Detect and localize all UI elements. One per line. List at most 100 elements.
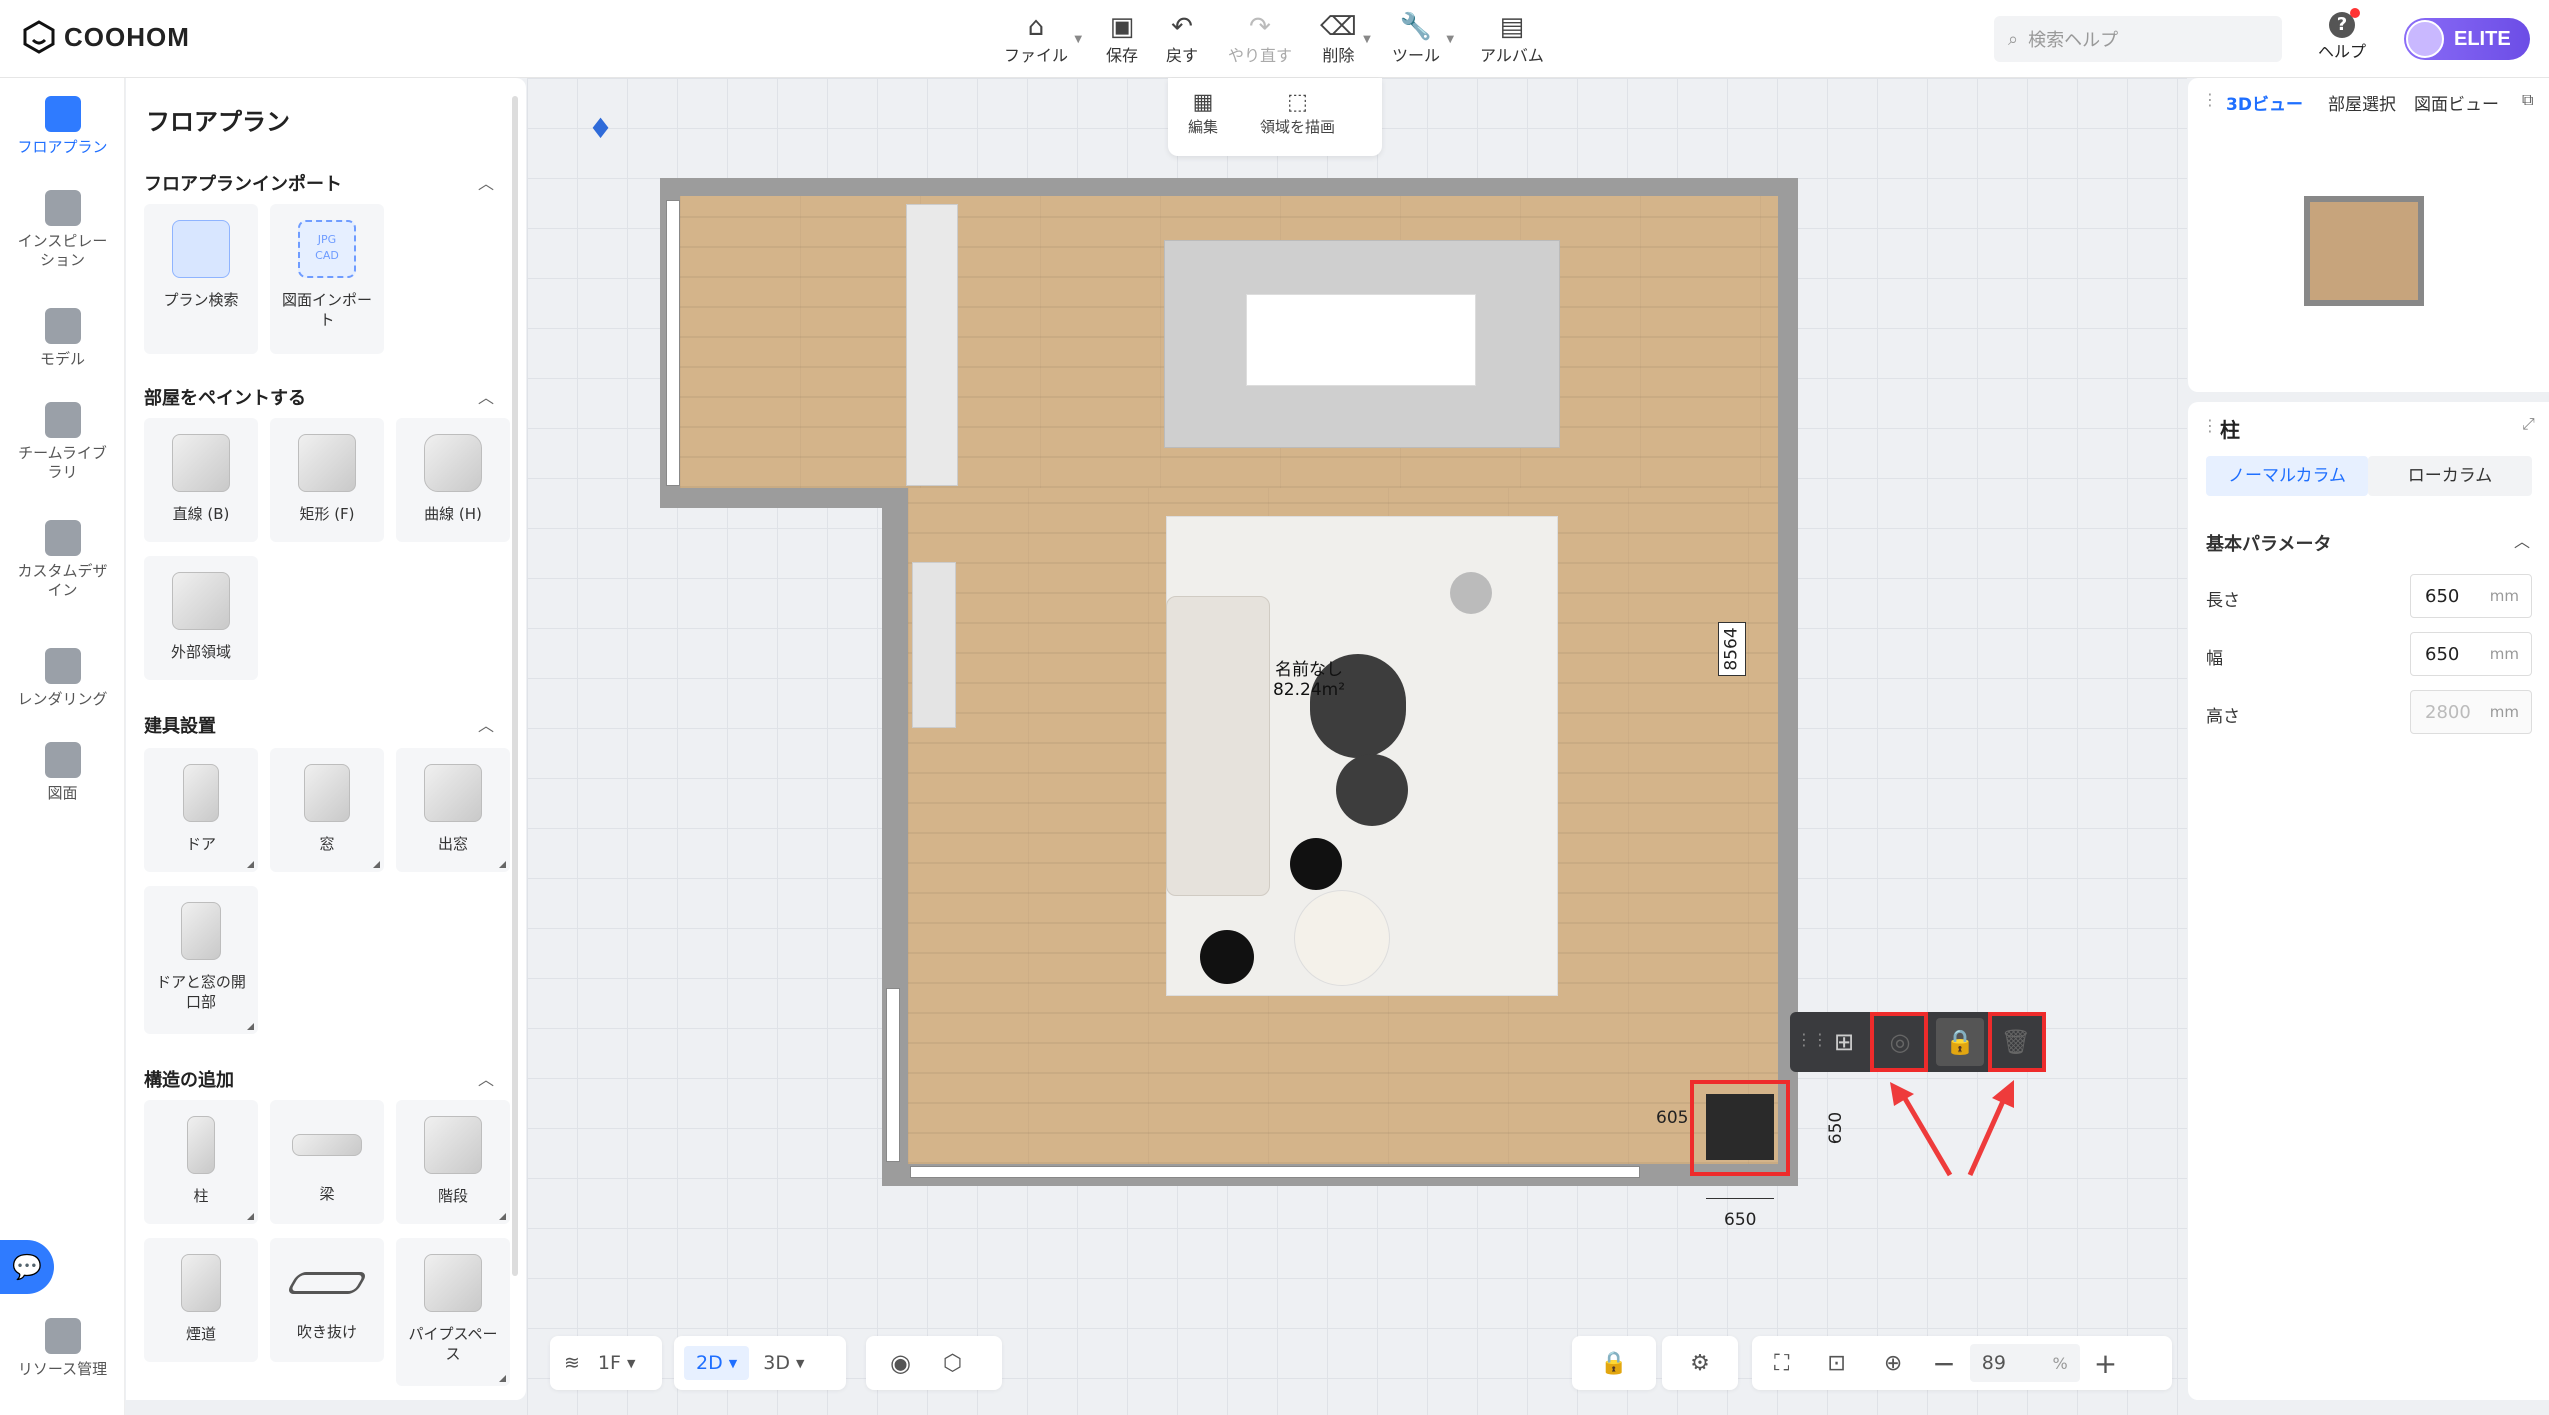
focus-button[interactable]: ⊡ — [1827, 1351, 1845, 1376]
nav-team-library[interactable]: チームライブ ラリ — [0, 402, 125, 482]
nav-custom-design[interactable]: カスタムデザ イン — [0, 520, 125, 600]
nav-model[interactable]: モデル — [0, 308, 125, 369]
door-tool[interactable]: ドア — [144, 748, 258, 872]
settings-toggle-button[interactable]: ⚙ — [1662, 1336, 1738, 1390]
plan-search-card[interactable]: プラン検索 — [144, 204, 258, 354]
window-bottom-wall[interactable] — [910, 1166, 1640, 1178]
window-left-wall[interactable] — [666, 200, 680, 486]
cube-view-button[interactable]: ⬡ — [943, 1351, 962, 1376]
popout-icon[interactable]: ⧉ — [2522, 90, 2533, 110]
side-table[interactable] — [1290, 838, 1342, 890]
param-width-input[interactable]: 650 mm — [2410, 632, 2532, 676]
floor-selector[interactable]: ≋ 1F ▼ — [550, 1336, 662, 1390]
coffee-table-round[interactable] — [1336, 754, 1408, 826]
rectangle-tool[interactable]: 矩形 (F) — [270, 418, 384, 542]
left-nav: フロアプラン インスピレー ション モデル チームライブ ラリ カスタムデザ イ… — [0, 78, 125, 1415]
eye-toggle-button[interactable]: ◉ — [890, 1349, 911, 1377]
wall-top[interactable] — [660, 178, 1798, 196]
bay-window-tool[interactable]: 出窓 — [396, 748, 510, 872]
beam-tool[interactable]: 梁 — [270, 1100, 384, 1224]
panel-scrollbar[interactable] — [512, 96, 518, 1276]
room-area: 82.24m² — [1272, 680, 1346, 700]
expand-icon[interactable]: ⤢ — [2522, 414, 2535, 434]
column-tool[interactable]: 柱 — [144, 1100, 258, 1224]
tab-drawing-view[interactable]: 図面ビュー — [2414, 90, 2499, 115]
save-button[interactable]: ▣ 保存 — [1106, 12, 1138, 66]
lock-button[interactable]: 🔒 — [1936, 1018, 1984, 1066]
card-label: 直線 (B) — [172, 505, 230, 523]
fit-view-button[interactable]: ⛶ — [1774, 1351, 1789, 1376]
help-button[interactable]: ? ヘルプ — [2318, 8, 2366, 62]
floor-lamp[interactable] — [1450, 572, 1492, 614]
drawing-import-card[interactable]: JPG CAD 図面インポー ト — [270, 204, 384, 354]
pouf[interactable] — [1294, 890, 1390, 986]
section-header-import[interactable]: フロアプランインポート ︿ — [144, 170, 494, 196]
nav-resource-management[interactable]: リソース管理 — [0, 1318, 125, 1379]
wall-step[interactable] — [660, 488, 908, 508]
section-header-fixtures[interactable]: 建具設置 ︿ — [144, 712, 494, 738]
side-cabinet[interactable] — [912, 562, 956, 728]
account-elite-button[interactable]: ELITE — [2404, 18, 2530, 60]
sofa[interactable] — [1166, 596, 1270, 896]
param-value: 650 — [2425, 643, 2460, 665]
draw-area-button[interactable]: ⬚ 領域を描画 — [1260, 90, 1335, 137]
curve-tool[interactable]: 曲線 (H) — [396, 418, 510, 542]
window-tool[interactable]: 窓 — [270, 748, 384, 872]
draw-area-label: 領域を描画 — [1260, 118, 1336, 136]
app-logo[interactable]: COOHOM — [22, 20, 190, 54]
undo-button[interactable]: ↶ 戻す — [1166, 12, 1198, 66]
dimension-height-label[interactable]: 8564 — [1718, 622, 1746, 676]
tab-3d-view[interactable]: 3Dビュー — [2226, 90, 2303, 115]
duplicate-button[interactable]: ⊞ — [1820, 1018, 1868, 1066]
chevron-up-icon[interactable]: ︿ — [2514, 528, 2530, 552]
nav-label: 図面 — [47, 784, 78, 802]
album-button[interactable]: ▤ アルバム — [1480, 12, 1544, 66]
drag-handle-icon[interactable]: ⋮ — [2202, 90, 2218, 109]
nav-rendering[interactable]: レンダリング — [0, 648, 125, 709]
nav-label: レンダリング — [17, 690, 108, 708]
section-basic-params[interactable]: 基本パラメータ — [2206, 530, 2331, 556]
mode-2d-button[interactable]: 2D ▼ — [684, 1346, 750, 1380]
3d-preview-thumbnail[interactable] — [2304, 196, 2424, 306]
chat-support-button[interactable]: 💬 — [0, 1240, 54, 1294]
edit-button[interactable]: ▦ 編集 — [1188, 90, 1218, 137]
mode-3d-button[interactable]: 3D ▼ — [763, 1352, 804, 1374]
zoom-input[interactable]: 89% — [1969, 1344, 2080, 1382]
tab-low-column[interactable]: ローカラム — [2368, 456, 2532, 496]
tab-room-select[interactable]: 部屋選択 — [2328, 90, 2396, 115]
tools-menu-button[interactable]: 🔧 ツール ▼ — [1392, 12, 1454, 66]
stairs-tool[interactable]: 階段 — [396, 1100, 510, 1224]
delete-button[interactable]: ⌫ 削除 ▼ — [1320, 12, 1371, 66]
exterior-area-tool[interactable]: 外部領域 — [144, 556, 258, 680]
chevron-up-icon[interactable]: ︿ — [478, 384, 494, 408]
side-table-2[interactable] — [1200, 930, 1254, 984]
void-tool[interactable]: 吹き抜け — [270, 1238, 384, 1362]
file-menu-button[interactable]: ⌂ ファイル ▼ — [1004, 12, 1082, 66]
param-unit: mm — [2489, 587, 2519, 605]
chevron-up-icon[interactable]: ︿ — [478, 1066, 494, 1090]
drag-handle-icon[interactable]: ⋮ — [2202, 416, 2218, 435]
dining-table[interactable] — [1246, 294, 1476, 386]
chimney-tool[interactable]: 煙道 — [144, 1238, 258, 1362]
straight-line-tool[interactable]: 直線 (B) — [144, 418, 258, 542]
zoom-in-button[interactable]: + — [2094, 1347, 2117, 1380]
pipe-space-tool[interactable]: パイプスペー ス — [396, 1238, 510, 1386]
chevron-up-icon[interactable]: ︿ — [478, 170, 494, 194]
section-header-paint-room[interactable]: 部屋をペイントする ︿ — [144, 384, 494, 410]
nav-inspiration[interactable]: インスピレー ション — [0, 190, 125, 270]
kitchen-counter[interactable] — [906, 204, 958, 486]
window-lower-left-wall[interactable] — [886, 988, 900, 1162]
nav-drawings[interactable]: 図面 — [0, 742, 125, 803]
param-length-input[interactable]: 650 mm — [2410, 574, 2532, 618]
param-height-input[interactable]: 2800 mm — [2410, 690, 2532, 734]
chevron-up-icon[interactable]: ︿ — [478, 712, 494, 736]
section-header-structure[interactable]: 構造の追加 ︿ — [144, 1066, 494, 1092]
redo-button[interactable]: ↷ やり直す — [1228, 12, 1292, 66]
zoom-out-button[interactable]: − — [1932, 1347, 1955, 1380]
nav-floorplan[interactable]: フロアプラン — [0, 96, 125, 157]
lock-all-button[interactable]: 🔒 — [1572, 1336, 1656, 1390]
help-search-input[interactable]: ⌕ 検索ヘルプ — [1994, 16, 2282, 62]
tab-normal-column[interactable]: ノーマルカラム — [2206, 456, 2368, 496]
zoom-area-button[interactable]: ⊕ — [1884, 1351, 1902, 1376]
door-window-opening-tool[interactable]: ドアと窓の開 口部 — [144, 886, 258, 1034]
